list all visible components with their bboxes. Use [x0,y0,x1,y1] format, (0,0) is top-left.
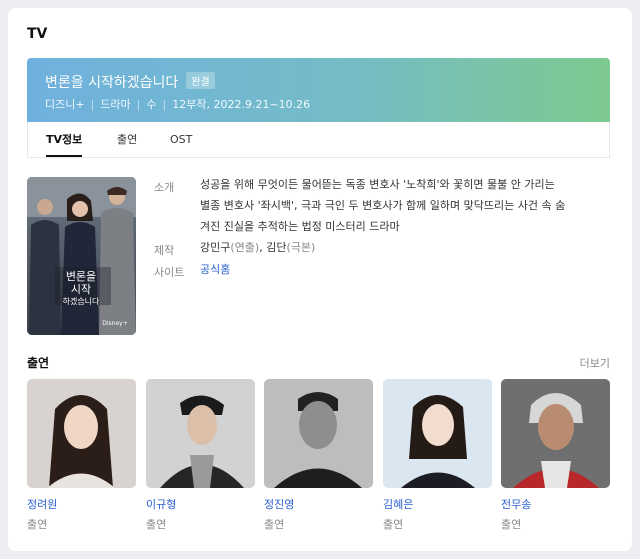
cast-role: 출연 [501,518,522,531]
synopsis-line-2: 별종 변호사 '좌시백', 극과 극인 두 변호사가 함께 일하며 맞닥뜨리는 … [200,199,566,212]
status-badge: 완결 [186,72,215,89]
cast-photo[interactable] [27,379,136,488]
tv-info-card: TV 변론을 시작하겠습니다 완결 디즈니+ | 드라마 | 수 | 12부작, 2022.9… [8,8,632,551]
cast-name[interactable]: 정려원 [27,496,136,512]
meta-genre: 드라마 [100,98,131,111]
tab-cast[interactable]: 출연 [117,122,137,157]
cast-name[interactable]: 김혜은 [383,496,492,512]
cast-member[interactable]: 이규형 출연 [146,379,255,532]
writer-role: (극본) [286,241,316,254]
svg-text:변론을: 변론을 [66,270,96,283]
synopsis-line-3: 겨진 진실을 추적하는 법정 미스터리 드라마 [200,220,400,233]
meta-schedule: 12부작, 2022.9.21~10.26 [172,98,311,111]
svg-text:Disney+: Disney+ [102,320,128,327]
show-title[interactable]: 변론을 시작하겠습니다 [45,75,178,91]
more-button[interactable]: 더보기 [580,355,610,371]
director-name[interactable]: 강민구 [200,241,230,254]
cast-photo[interactable] [264,379,373,488]
official-site-link[interactable]: 공식홈 [200,259,230,280]
tab-ost[interactable]: OST [170,122,192,157]
svg-text:시작: 시작 [71,283,91,296]
synopsis-text: 성공을 위해 무엇이든 물어뜯는 독종 변호사 '노착희'와 꽃히면 물불 안 … [200,174,565,237]
cast-role: 출연 [27,518,48,531]
production-label: 제작 [154,244,175,257]
meta-channel: 디즈니+ [45,98,85,111]
writer-name[interactable]: 김단 [266,241,286,254]
cast-member[interactable]: 정진영 출연 [264,379,373,532]
cast-name[interactable]: 이규형 [146,496,255,512]
cast-section-title: 출연 [27,356,50,370]
cast-member[interactable]: 김혜은 출연 [383,379,492,532]
production-value: 강민구(연출), 김단(극본) [200,237,315,258]
section-title: TV [27,26,48,42]
cast-name[interactable]: 정진영 [264,496,373,512]
show-poster[interactable]: 변론을 시작 하겠습니다 Disney+ [27,177,136,335]
cast-photo[interactable] [501,379,610,488]
cast-photo[interactable] [146,379,255,488]
cast-photo[interactable] [383,379,492,488]
meta-day: 수 [146,98,157,111]
cast-name[interactable]: 전무송 [501,496,610,512]
director-role: (연출) [230,241,260,254]
cast-role: 출연 [264,518,285,531]
show-meta: 디즈니+ | 드라마 | 수 | 12부작, 2022.9.21~10.26 [45,98,311,111]
show-banner: 변론을 시작하겠습니다 완결 디즈니+ | 드라마 | 수 | 12부작, 2022.9.21… [27,58,610,122]
synopsis-label: 소개 [154,181,175,194]
show-title-row: 변론을 시작하겠습니다 완결 [45,72,215,92]
cast-role: 출연 [383,518,404,531]
cast-role: 출연 [146,518,167,531]
svg-text:하겠습니다: 하겠습니다 [63,296,100,306]
synopsis-line-1: 성공을 위해 무엇이든 물어뜯는 독종 변호사 '노착희'와 꽃히면 물불 안 … [200,178,555,191]
site-label: 사이트 [154,266,185,279]
cast-member[interactable]: 전무송 출연 [501,379,610,532]
tab-tv-info[interactable]: TV정보 [46,122,83,157]
tab-bar: TV정보 출연 OST [27,122,610,158]
poster-image: 변론을 시작 하겠습니다 Disney+ [27,177,136,335]
cast-member[interactable]: 정려원 출연 [27,379,136,532]
